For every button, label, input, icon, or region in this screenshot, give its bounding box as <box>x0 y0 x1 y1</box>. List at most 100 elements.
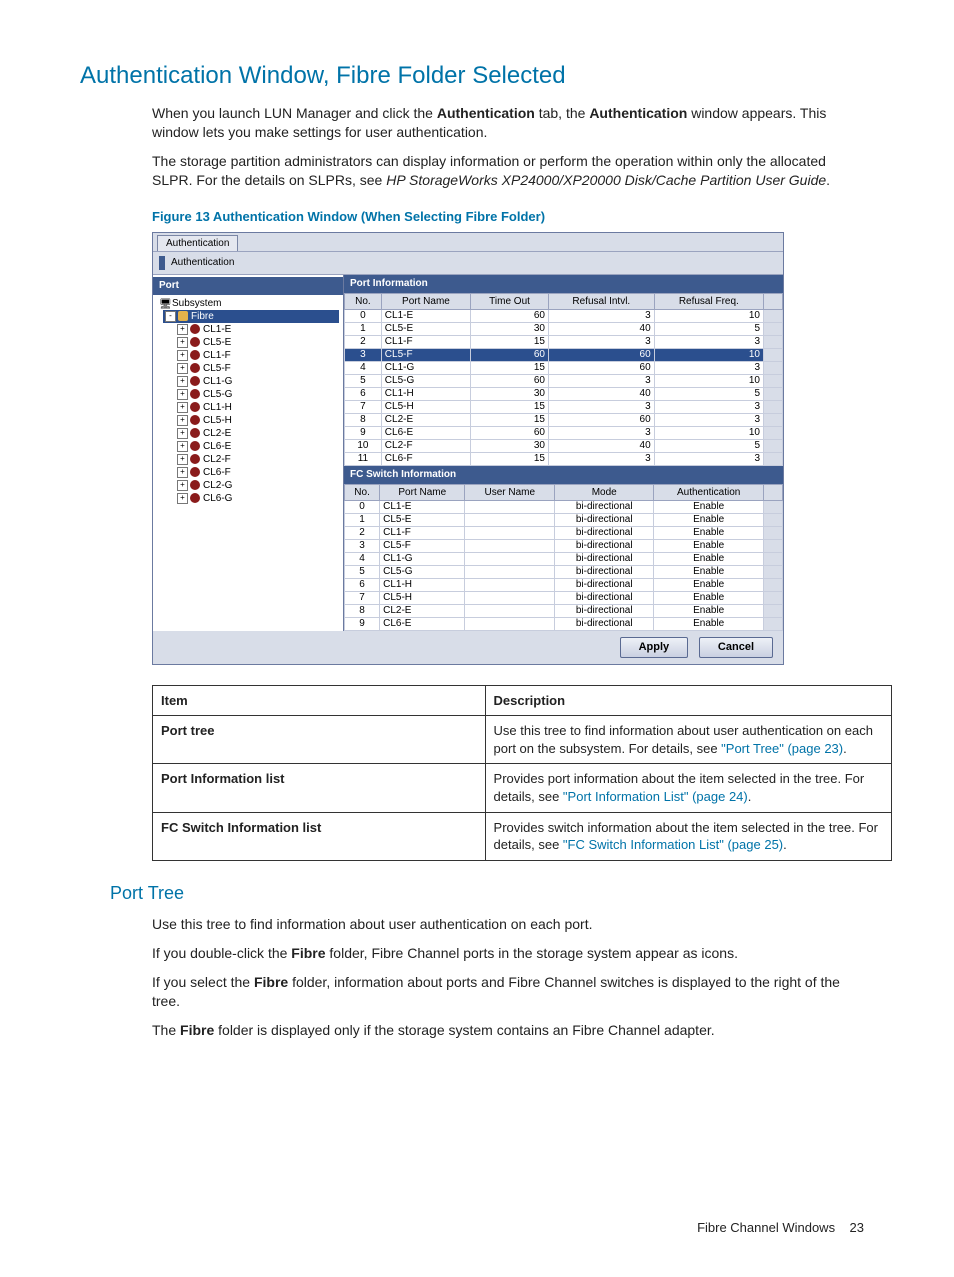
tree-port-item[interactable]: +CL6-E <box>175 440 339 453</box>
expand-icon[interactable]: + <box>177 337 188 348</box>
column-header[interactable]: User Name <box>465 484 555 501</box>
column-header[interactable]: No. <box>345 293 382 310</box>
table-row[interactable]: 8CL2-Ebi-directionalEnable <box>345 605 783 618</box>
tree-port-item[interactable]: +CL1-H <box>175 401 339 414</box>
tree-fibre-folder[interactable]: - Fibre <box>163 310 339 323</box>
expand-icon[interactable]: + <box>177 363 188 374</box>
col-item: Item <box>153 685 486 716</box>
expand-icon[interactable]: + <box>177 376 188 387</box>
scrollbar-gutter <box>764 293 783 310</box>
expand-icon[interactable]: + <box>177 441 188 452</box>
table-row[interactable]: 6CL1-Hbi-directionalEnable <box>345 579 783 592</box>
cell-timeout: 30 <box>471 323 549 336</box>
tab-authentication[interactable]: Authentication <box>157 235 238 252</box>
cross-reference-link[interactable]: "Port Tree" (page 23) <box>721 741 843 756</box>
table-row[interactable]: 2CL1-Fbi-directionalEnable <box>345 527 783 540</box>
table-row[interactable]: 9CL6-E60310 <box>345 427 783 440</box>
tree-port-item[interactable]: + CL2-E <box>175 427 339 440</box>
table-row[interactable]: 0CL1-Ebi-directionalEnable <box>345 501 783 514</box>
tree-root[interactable]: 🖥 Subsystem <box>157 297 339 310</box>
table-row[interactable]: 1CL5-E30405 <box>345 323 783 336</box>
text: If you select the <box>152 974 254 990</box>
cancel-button[interactable]: Cancel <box>699 637 773 658</box>
tree-port-item[interactable]: +CL1-G <box>175 375 339 388</box>
expand-icon[interactable]: + <box>177 324 188 335</box>
expand-icon[interactable]: + <box>177 467 188 478</box>
tree-port-item[interactable]: +CL1-F <box>175 349 339 362</box>
port-icon <box>190 493 200 503</box>
scrollbar-gutter <box>764 414 783 427</box>
column-header[interactable]: Refusal Freq. <box>654 293 763 310</box>
table-row[interactable]: 7CL5-H1533 <box>345 401 783 414</box>
expand-icon[interactable]: + <box>177 402 188 413</box>
cell-port-name: CL1-H <box>381 388 470 401</box>
tree-port-item[interactable]: +CL5-E <box>175 336 339 349</box>
expand-icon[interactable]: + <box>177 454 188 465</box>
table-row[interactable]: 4CL1-G15603 <box>345 362 783 375</box>
expand-icon[interactable]: + <box>177 415 188 426</box>
text: If you double-click the <box>152 945 291 961</box>
tree-port-item[interactable]: +CL6-F <box>175 466 339 479</box>
cell-timeout: 60 <box>471 310 549 323</box>
cell-port-name: CL6-F <box>381 453 470 466</box>
table-row[interactable]: 10CL2-F30405 <box>345 440 783 453</box>
tree-port-item[interactable]: +CL6-G <box>175 492 339 505</box>
table-row[interactable]: 2CL1-F1533 <box>345 336 783 349</box>
cell-timeout: 60 <box>471 375 549 388</box>
column-header[interactable]: Port Name <box>381 293 470 310</box>
tree-port-item[interactable]: +CL5-G <box>175 388 339 401</box>
table-row[interactable]: 3CL5-F606010 <box>345 349 783 362</box>
cell-port-name: CL2-E <box>381 414 470 427</box>
expand-icon[interactable]: + <box>177 480 188 491</box>
bold: Authentication <box>437 105 535 121</box>
expand-icon[interactable]: + <box>177 389 188 400</box>
cell-timeout: 15 <box>471 362 549 375</box>
scrollbar-gutter <box>764 540 783 553</box>
table-row[interactable]: 4CL1-Gbi-directionalEnable <box>345 553 783 566</box>
table-row[interactable]: 7CL5-Hbi-directionalEnable <box>345 592 783 605</box>
port-tree[interactable]: 🖥 Subsystem - Fibre +CL1-E+CL5-E+CL1-F+C… <box>153 295 343 507</box>
table-row[interactable]: 5CL5-Gbi-directionalEnable <box>345 566 783 579</box>
expand-icon[interactable]: + <box>177 493 188 504</box>
cell-authentication: Enable <box>654 579 764 592</box>
column-header[interactable]: No. <box>345 484 380 501</box>
port-info-table[interactable]: No.Port NameTime OutRefusal Intvl.Refusa… <box>344 293 783 467</box>
tree-port-item[interactable]: +CL5-H <box>175 414 339 427</box>
table-row[interactable]: 3CL5-Fbi-directionalEnable <box>345 540 783 553</box>
cross-reference-link[interactable]: "FC Switch Information List" (page 25) <box>563 837 783 852</box>
table-row[interactable]: 8CL2-E15603 <box>345 414 783 427</box>
cell-no: 5 <box>345 566 380 579</box>
port-icon <box>190 402 200 412</box>
table-row[interactable]: 1CL5-Ebi-directionalEnable <box>345 514 783 527</box>
window-title: Authentication <box>171 256 234 270</box>
tree-port-item[interactable]: +CL2-F <box>175 453 339 466</box>
cell-refusal-intvl: 3 <box>548 453 654 466</box>
port-tree-pane[interactable]: Port 🖥 Subsystem - Fibre +CL1-E+CL5-E+CL… <box>153 275 344 631</box>
expand-icon[interactable]: + <box>177 428 188 439</box>
cell-authentication: Enable <box>654 553 764 566</box>
column-header[interactable]: Refusal Intvl. <box>548 293 654 310</box>
port-icon <box>190 454 200 464</box>
table-row[interactable]: 6CL1-H30405 <box>345 388 783 401</box>
scrollbar-gutter <box>764 310 783 323</box>
table-row[interactable]: 9CL6-Ebi-directionalEnable <box>345 618 783 631</box>
tree-label: CL2-E <box>203 427 231 440</box>
column-header[interactable]: Port Name <box>380 484 465 501</box>
tree-port-item[interactable]: +CL2-G <box>175 479 339 492</box>
cell-authentication: Enable <box>654 605 764 618</box>
fc-switch-table[interactable]: No.Port NameUser NameModeAuthentication … <box>344 484 783 632</box>
tree-label: Fibre <box>191 310 214 323</box>
cell-refusal-intvl: 60 <box>548 349 654 362</box>
tree-port-item[interactable]: +CL5-F <box>175 362 339 375</box>
column-header[interactable]: Authentication <box>654 484 764 501</box>
table-row[interactable]: 0CL1-E60310 <box>345 310 783 323</box>
tree-port-item[interactable]: +CL1-E <box>175 323 339 336</box>
expand-icon[interactable]: - <box>165 311 176 322</box>
expand-icon[interactable]: + <box>177 350 188 361</box>
table-row[interactable]: 5CL5-G60310 <box>345 375 783 388</box>
cross-reference-link[interactable]: "Port Information List" (page 24) <box>563 789 748 804</box>
column-header[interactable]: Mode <box>555 484 654 501</box>
column-header[interactable]: Time Out <box>471 293 549 310</box>
table-row[interactable]: 11CL6-F1533 <box>345 453 783 466</box>
apply-button[interactable]: Apply <box>620 637 689 658</box>
